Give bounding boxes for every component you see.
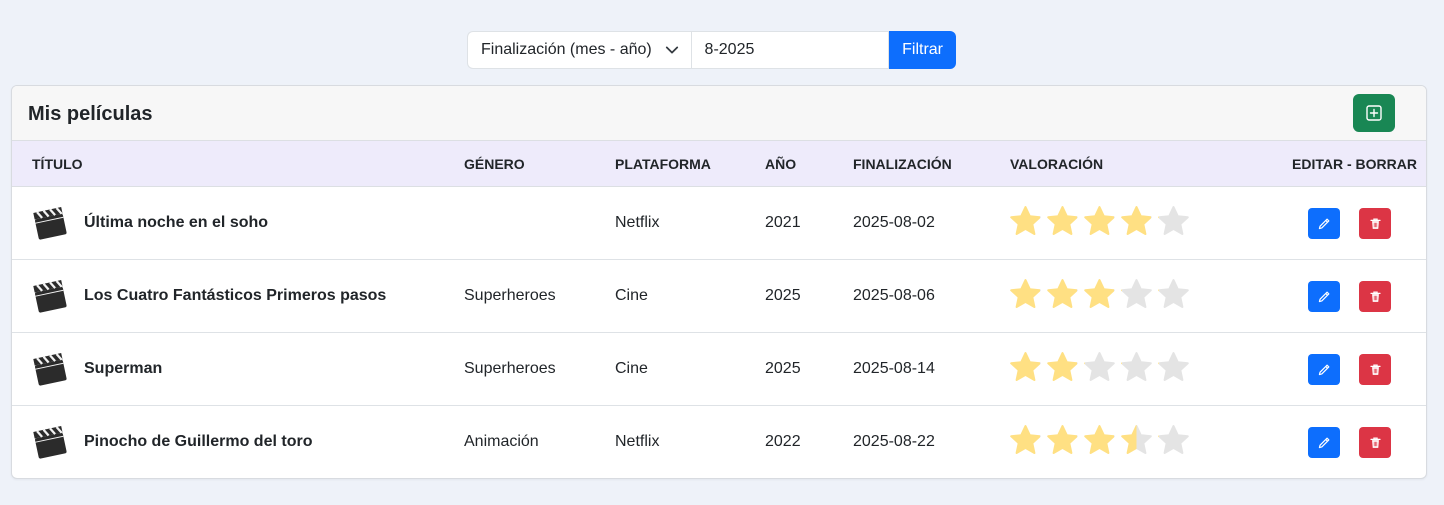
finish-date-select-value: Finalización (mes - año)	[481, 41, 652, 58]
movie-title: Los Cuatro Fantásticos Primeros pasos	[84, 287, 387, 304]
movie-finish-date: 2025-08-06	[853, 287, 935, 304]
clapperboard-icon	[33, 426, 67, 459]
clapperboard-icon	[33, 207, 67, 240]
star-icon	[1010, 352, 1041, 381]
movie-genre: Animación	[464, 433, 539, 450]
movie-platform: Cine	[615, 360, 648, 377]
star-icon	[1047, 352, 1078, 381]
header-actions: EDITAR - BORRAR	[1292, 156, 1417, 172]
rating-stars	[1009, 351, 1190, 384]
header-year: AÑO	[765, 156, 797, 172]
delete-button[interactable]	[1359, 208, 1391, 239]
delete-button[interactable]	[1359, 427, 1391, 458]
header-platform: PLATAFORMA	[615, 156, 711, 172]
clapperboard-icon	[33, 353, 67, 386]
trash-icon	[1369, 437, 1381, 448]
edit-button[interactable]	[1308, 354, 1340, 385]
table-row: Pinocho de Guillermo del toro Animación Ne…	[12, 406, 1426, 478]
table-header: TÍTULO GÉNERO PLATAFORMA AÑO FINALIZACIÓ…	[12, 141, 1426, 187]
star-icon	[1084, 206, 1115, 235]
movie-year: 2025	[765, 287, 801, 304]
movie-finish-date: 2025-08-14	[853, 360, 935, 377]
movie-title: Pinocho de Guillermo del toro	[84, 433, 313, 450]
movie-year: 2022	[765, 433, 801, 450]
table-row: Última noche en el soho Netflix 2021 2025-0…	[12, 187, 1426, 260]
pencil-icon	[1318, 218, 1330, 229]
plus-square-icon	[1366, 105, 1382, 121]
clapperboard-icon	[33, 280, 67, 313]
rating-stars	[1009, 278, 1190, 311]
movie-platform: Cine	[615, 287, 648, 304]
delete-button[interactable]	[1359, 354, 1391, 385]
star-icon	[1084, 425, 1115, 454]
header-finish: FINALIZACIÓN	[853, 156, 952, 172]
header-title: TÍTULO	[32, 156, 83, 172]
star-icon	[1121, 206, 1152, 235]
trash-icon	[1369, 291, 1381, 302]
star-icon	[1047, 425, 1078, 454]
star-icon	[1047, 279, 1078, 308]
header-rating: VALORACIÓN	[1010, 156, 1104, 172]
star-icon	[1121, 352, 1152, 381]
star-icon	[1084, 279, 1115, 308]
star-icon	[1010, 279, 1041, 308]
page-title: Mis películas	[28, 103, 153, 125]
movie-year: 2025	[765, 360, 801, 377]
add-movie-button[interactable]	[1353, 94, 1395, 132]
star-icon	[1010, 206, 1041, 235]
star-icon	[1084, 352, 1115, 381]
movie-title: Superman	[84, 360, 163, 377]
delete-button[interactable]	[1359, 281, 1391, 312]
header-genre: GÉNERO	[464, 156, 525, 172]
trash-icon	[1369, 218, 1381, 229]
star-icon	[1158, 279, 1189, 308]
pencil-icon	[1318, 291, 1330, 302]
edit-button[interactable]	[1308, 208, 1340, 239]
star-icon	[1121, 279, 1152, 308]
rating-stars	[1009, 424, 1190, 457]
table-body: Última noche en el soho Netflix 2021 2025-0…	[12, 187, 1426, 478]
rating-stars	[1009, 205, 1190, 238]
table-row: Los Cuatro Fantásticos Primeros pasos Sup…	[12, 260, 1426, 333]
edit-button[interactable]	[1308, 281, 1340, 312]
finish-date-select[interactable]: Finalización (mes - año)	[467, 31, 691, 69]
star-icon	[1158, 206, 1189, 235]
movie-genre: Superheroes	[464, 287, 556, 304]
filter-bar: Finalización (mes - año) 8-2025 Filtrar	[467, 31, 956, 69]
movie-year: 2021	[765, 214, 801, 231]
table-row: Superman Superheroes Cine 2025 2025-08-14	[12, 333, 1426, 406]
star-icon	[1121, 425, 1152, 454]
filter-button[interactable]: Filtrar	[889, 31, 956, 69]
month-year-input-value: 8-2025	[704, 41, 755, 58]
movie-finish-date: 2025-08-02	[853, 214, 935, 231]
month-year-input[interactable]: 8-2025	[690, 31, 890, 69]
movie-genre: Superheroes	[464, 360, 556, 377]
movie-platform: Netflix	[615, 214, 660, 231]
card-header: Mis películas	[12, 86, 1426, 141]
star-icon	[1047, 206, 1078, 235]
star-icon	[1158, 352, 1189, 381]
star-icon	[1158, 425, 1189, 454]
movies-card: Mis películas TÍTULO GÉNERO PLATAFORMA A…	[11, 85, 1427, 479]
edit-button[interactable]	[1308, 427, 1340, 458]
trash-icon	[1369, 364, 1381, 375]
chevron-down-icon	[665, 46, 678, 54]
movie-finish-date: 2025-08-22	[853, 433, 935, 450]
movie-title: Última noche en el soho	[84, 214, 269, 231]
star-icon	[1010, 425, 1041, 454]
pencil-icon	[1318, 437, 1330, 448]
movie-platform: Netflix	[615, 433, 660, 450]
pencil-icon	[1318, 364, 1330, 375]
